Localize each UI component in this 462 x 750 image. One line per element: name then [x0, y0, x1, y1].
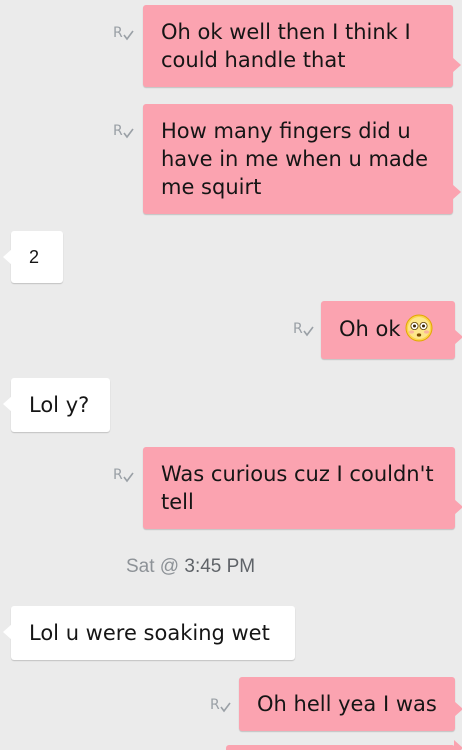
sent-message-bubble[interactable]: How many fingers did u have in me when u… — [143, 104, 461, 214]
received-message-bubble[interactable]: Lol y? — [3, 378, 110, 432]
read-receipt-icon: R — [209, 694, 231, 714]
sent-message-bubble[interactable]: Was curious cuz I couldn't tell — [143, 447, 462, 529]
received-message-bubble[interactable]: Lol u were soaking wet — [3, 606, 295, 660]
message-text: Oh hell yea I was — [257, 692, 437, 716]
message-text: How many fingers did u have in me when u… — [161, 119, 429, 199]
svg-text:R: R — [210, 697, 220, 713]
timestamp-day: Sat @ — [126, 556, 180, 577]
read-receipt-icon: R — [112, 464, 134, 484]
received-message-bubble[interactable]: 2 — [3, 231, 63, 283]
message-text: Lol u were soaking wet — [29, 621, 270, 645]
svg-text:R: R — [113, 25, 123, 41]
read-receipt-icon: R — [292, 318, 314, 338]
timestamp-time: 3:45 PM — [184, 556, 256, 577]
message-text: Was curious cuz I couldn't tell — [161, 462, 434, 514]
message-text: Oh ok — [339, 317, 401, 341]
read-receipt-icon: R — [112, 22, 134, 42]
message-text: Lol y? — [29, 393, 90, 417]
flushed-face-emoji-icon — [405, 314, 433, 342]
svg-text:R: R — [113, 123, 123, 139]
message-text: Oh ok well then I think I could handle t… — [161, 20, 411, 72]
message-text: 2 — [29, 247, 40, 267]
sent-message-bubble[interactable]: Oh hell yea I was — [239, 677, 462, 731]
sent-message-bubble[interactable]: Oh ok — [321, 301, 462, 359]
sent-message-bubble[interactable]: Oh ok well then I think I could handle t… — [143, 5, 461, 87]
read-receipt-icon: R — [112, 120, 134, 140]
message-thread: R Oh ok well then I think I could handle… — [0, 0, 462, 750]
message-timestamp: Sat @ 3:45 PM — [126, 556, 255, 578]
sent-message-bubble-partial — [226, 740, 462, 750]
svg-text:R: R — [113, 467, 123, 483]
svg-text:R: R — [293, 321, 303, 337]
